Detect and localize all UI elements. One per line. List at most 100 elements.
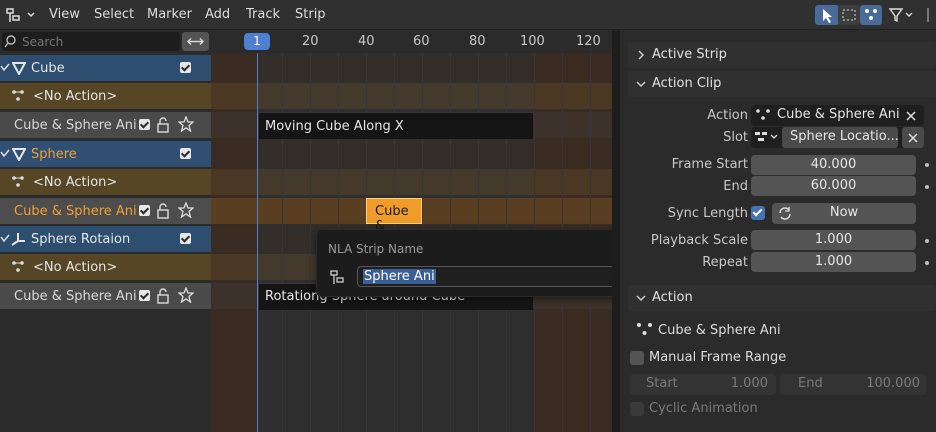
nla-track-checkbox[interactable] [139,290,150,301]
sync-length-checkbox[interactable] [751,206,765,220]
track-checkbox[interactable] [180,233,191,244]
keyframe-dot-icon[interactable] [925,163,929,167]
strip-sphere-selected[interactable]: Cube & [366,198,422,234]
sync-now-button[interactable]: Now [772,203,916,224]
box-select-icon [842,9,856,21]
range-end-value: 100.000 [866,376,920,391]
menu-add[interactable]: Add [205,7,230,22]
grid-line [310,53,311,432]
action-clip-panel-header[interactable]: Action Clip [628,71,936,97]
timeline-lane [211,83,612,109]
active-strip-panel-header[interactable]: Active Strip [628,42,936,68]
search-field[interactable] [2,32,180,51]
keyframe-dot-icon[interactable] [925,261,929,265]
star-icon[interactable] [178,116,194,132]
repeat-field[interactable]: 1.000 [751,252,916,272]
slot-dropdown-icon[interactable] [753,130,781,144]
nla-track-cube-sphere-ani[interactable]: Cube & Sphere Ani [0,283,211,309]
range-start-field: Start 1.000 [630,374,776,395]
track-label: Sphere Rotaion [31,232,131,247]
cursor-icon [823,9,832,23]
track-cube[interactable]: Cube [0,55,211,81]
keyframe-dot-icon[interactable] [925,185,929,189]
search-input[interactable] [22,32,172,51]
editor-type-button[interactable] [4,5,38,25]
nla-track-cube-sphere-ani[interactable]: Cube & Sphere Ani [0,112,211,138]
frame-start-field[interactable]: 40.000 [751,155,916,175]
end-label: End [723,179,748,194]
track-checkbox[interactable] [180,148,191,159]
manual-range-label: Manual Frame Range [649,350,787,365]
action-line[interactable]: <No Action> [0,83,211,109]
menu-marker[interactable]: Marker [147,7,192,22]
properties-sidebar: Active Strip Action Clip Action Cube & S… [612,30,936,432]
mesh-triangle-icon [12,62,26,75]
action-field[interactable]: Cube & Sphere Ani [751,105,924,126]
track-sphere[interactable]: Sphere [0,141,211,167]
action-label: <No Action> [33,175,118,190]
range-end-field: End 100.000 [780,374,926,395]
keyframe-dot-icon[interactable] [925,239,929,243]
tick-label: 120 [576,34,601,49]
slot-clear-button[interactable] [902,127,924,148]
popup-title: NLA Strip Name [328,242,424,256]
lock-open-icon[interactable] [156,203,170,219]
nla-track-checkbox[interactable] [139,119,150,130]
slot-field[interactable]: Sphere Locatio... [751,127,924,148]
playback-scale-field[interactable]: 1.000 [751,230,916,250]
nla-track-cube-sphere-ani-selected[interactable]: Cube & Sphere Ani [0,198,211,224]
action-label: Action [707,108,748,123]
slot-label: Slot [723,130,748,145]
action-keyframes-icon [12,176,24,187]
now-label: Now [829,205,859,220]
track-label: Sphere [31,147,77,162]
box-select-button[interactable] [838,5,860,25]
playhead-line [257,53,258,432]
action-keyframes-icon [637,323,652,335]
lock-open-icon[interactable] [156,288,170,304]
tweak-mode-button[interactable] [860,5,882,25]
track-checkbox[interactable] [180,62,191,73]
menu-view[interactable]: View [49,7,80,22]
tick-label: 100 [520,34,545,49]
action-keyframes-icon [756,109,770,120]
slot-name-box[interactable]: Sphere Locatio... [782,127,899,148]
playback-scale-label: Playback Scale [650,233,748,248]
slot-value: Sphere Locatio... [790,129,899,144]
filter-funnel-icon [888,8,913,23]
menu-track[interactable]: Track [246,7,280,22]
nla-track-checkbox[interactable] [139,205,150,216]
star-icon[interactable] [178,202,194,218]
lock-open-icon[interactable] [156,117,170,133]
action-keyframes-icon [12,90,24,101]
frame-ruler[interactable]: 20 40 60 80 100 120 [211,30,612,53]
arrows-horizontal-icon [187,38,204,45]
frame-end-field[interactable]: 60.000 [751,176,916,196]
manual-range-checkbox[interactable] [630,351,644,365]
chevron-down-icon [636,295,646,302]
sync-channels-button[interactable] [182,32,209,51]
mesh-triangle-icon [12,148,26,161]
menu-strip[interactable]: Strip [295,7,326,22]
menu-select[interactable]: Select [94,7,134,22]
current-frame-indicator[interactable]: 1 [244,33,270,50]
action-label: <No Action> [33,260,118,275]
keyframe-dots-icon [865,9,877,20]
track-sphere-rotaion[interactable]: Sphere Rotaion [0,226,211,252]
strip-name-input[interactable]: Sphere Ani [357,266,632,287]
header-overflow[interactable] [920,5,936,25]
filter-button[interactable] [887,5,917,25]
select-tool-button[interactable] [815,5,839,25]
nla-strip-icon [330,270,344,284]
star-icon[interactable] [178,287,194,303]
chevron-down-icon [636,81,646,88]
action-line[interactable]: <No Action> [0,254,211,280]
strip-moving-cube[interactable]: Moving Cube Along X [259,113,533,139]
tick-label: 20 [302,34,319,49]
tick-label: 80 [469,34,486,49]
rename-strip-popup: NLA Strip Name Sphere Ani [316,229,642,297]
action-panel-header[interactable]: Action [628,285,936,311]
action-line[interactable]: <No Action> [0,169,211,195]
close-icon[interactable] [905,110,917,122]
search-bar-row [0,30,211,53]
